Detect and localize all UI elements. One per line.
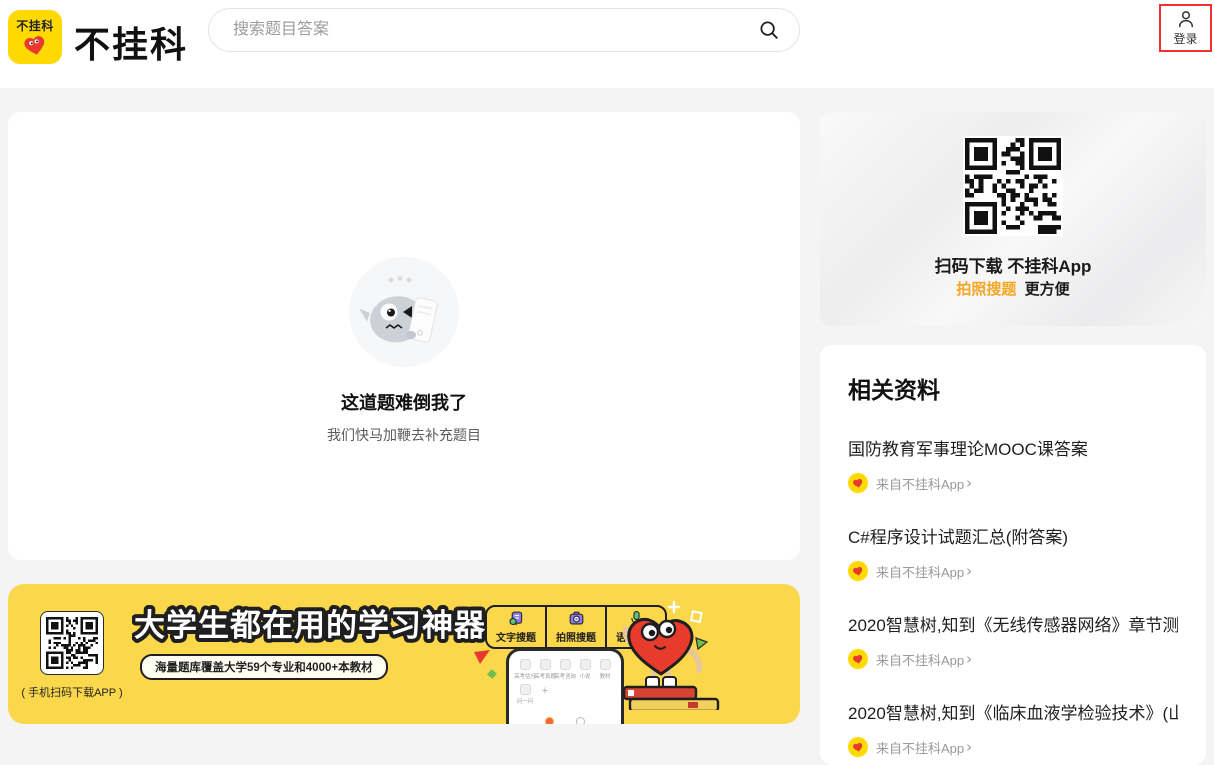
- download-card-subtitle: 拍照搜题 更方便: [820, 278, 1206, 299]
- empty-state: 这道题难倒我了 我们快马加鞭去补充题目: [8, 257, 800, 445]
- feature-label: 拍照搜题: [556, 629, 596, 644]
- download-qr-code: [963, 136, 1063, 236]
- related-item-source: 来自不挂科App: [876, 650, 964, 669]
- related-item-title[interactable]: 2020智慧树,知到《无线传感器网络》章节测…: [848, 611, 1178, 636]
- app-logo-icon: [848, 737, 868, 757]
- chevron-right-icon: ›: [966, 650, 972, 668]
- heart-mascot-icon: [608, 594, 732, 710]
- chevron-right-icon: ›: [966, 474, 972, 492]
- feature-label: 文字搜题: [496, 629, 536, 644]
- related-materials-list: 国防教育军事理论MOOC课答案 来自不挂科App › C#程序设计试题汇总(附答…: [848, 435, 1178, 757]
- app-logo-icon-text: 不挂科: [16, 17, 54, 34]
- login-label: 登录: [1173, 30, 1197, 47]
- related-item-title[interactable]: C#程序设计试题汇总(附答案): [848, 523, 1178, 548]
- related-item-title[interactable]: 国防教育军事理论MOOC课答案: [848, 435, 1178, 460]
- download-app-banner[interactable]: ( 手机扫码下载APP ) 大学生都在用的学习神器 海量题库覆盖大学59个专业和…: [8, 584, 800, 724]
- related-item[interactable]: 2020智慧树,知到《无线传感器网络》章节测… 来自不挂科App ›: [848, 611, 1178, 669]
- app-logo-icon: [848, 561, 868, 581]
- login-button[interactable]: 登录: [1159, 4, 1212, 52]
- related-item-title[interactable]: 2020智慧树,知到《临床血液学检验技术》(山…: [848, 699, 1178, 724]
- related-item-source: 来自不挂科App: [876, 738, 964, 757]
- search-input[interactable]: [208, 8, 800, 52]
- phone-tab-icon: [545, 717, 554, 724]
- site-title[interactable]: 不挂科: [74, 16, 188, 68]
- search-icon[interactable]: [758, 19, 780, 41]
- related-materials-title: 相关资料: [848, 371, 1178, 405]
- banner-headline: 大学生都在用的学习神器: [132, 600, 488, 648]
- text-search-icon: [508, 610, 525, 627]
- heart-icon: [22, 34, 48, 58]
- mascot-illustration-icon: [349, 257, 459, 367]
- phone-mockup: 高考估分 高考真题 高考咨询 小说 教材 问一问 +: [506, 648, 624, 724]
- download-card-highlight: 拍照搜题: [956, 281, 1016, 298]
- camera-search-icon: [568, 610, 585, 627]
- chevron-right-icon: ›: [966, 562, 972, 580]
- empty-state-illustration: [349, 257, 459, 367]
- banner-qr-code: [40, 611, 104, 675]
- app-logo-icon: [848, 649, 868, 669]
- empty-state-title: 这道题难倒我了: [8, 389, 800, 415]
- download-card-title: 扫码下载 不挂科App: [820, 252, 1206, 277]
- phone-app-item: 高考真题: [535, 659, 555, 680]
- related-item[interactable]: 2020智慧树,知到《临床血液学检验技术》(山… 来自不挂科App ›: [848, 699, 1178, 757]
- app-logo-icon: [848, 473, 868, 493]
- svg-text:大学生都在用的学习神器: 大学生都在用的学习神器: [134, 608, 486, 643]
- app-logo-icon[interactable]: 不挂科: [8, 10, 62, 64]
- chevron-right-icon: ›: [966, 738, 972, 756]
- user-icon: [1176, 9, 1196, 29]
- phone-app-item: 小说: [575, 659, 595, 680]
- result-panel: 这道题难倒我了 我们快马加鞭去补充题目: [8, 112, 800, 560]
- empty-state-subtitle: 我们快马加鞭去补充题目: [8, 425, 800, 445]
- feature-photo-search: 拍照搜题: [545, 607, 605, 647]
- phone-add-icon: +: [535, 684, 555, 709]
- phone-app-item: 高考估分: [515, 659, 535, 680]
- related-item[interactable]: C#程序设计试题汇总(附答案) 来自不挂科App ›: [848, 523, 1178, 581]
- header: 不挂科 不挂科 登录: [0, 0, 1214, 88]
- related-item-source: 来自不挂科App: [876, 474, 964, 493]
- banner-qr-caption: ( 手机扫码下载APP ): [14, 684, 130, 700]
- related-item[interactable]: 国防教育军事理论MOOC课答案 来自不挂科App ›: [848, 435, 1178, 493]
- phone-tab-icon: [576, 717, 585, 724]
- phone-app-item: 问一问: [515, 684, 535, 705]
- diamond-decoration-icon: [486, 668, 498, 680]
- feature-text-search: 文字搜题: [487, 607, 545, 647]
- phone-app-item: 高考咨询: [555, 659, 575, 680]
- related-item-source: 来自不挂科App: [876, 562, 964, 581]
- app-download-card: 扫码下载 不挂科App 拍照搜题 更方便: [820, 112, 1206, 326]
- search-bar: [208, 8, 800, 52]
- related-materials-card: 相关资料 国防教育军事理论MOOC课答案 来自不挂科App › C#程序设计试题…: [820, 345, 1206, 765]
- banner-badge: 海量题库覆盖大学59个专业和4000+本教材: [140, 654, 388, 680]
- triangle-decoration-icon: [472, 648, 494, 668]
